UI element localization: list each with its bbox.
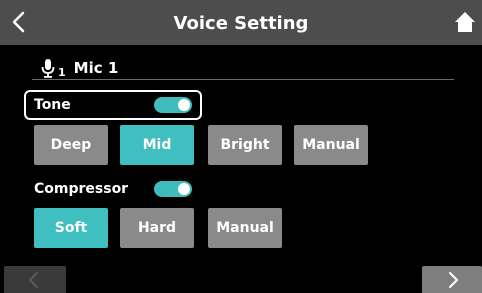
tone-deep-button[interactable]: Deep [34,125,108,165]
home-icon [455,12,475,32]
mic-indicator: 1 Mic 1 [40,56,118,80]
tone-toggle[interactable] [154,97,192,113]
mic-number: 1 [58,65,66,79]
compressor-hard-button[interactable]: Hard [120,208,194,248]
toggle-knob [178,99,190,111]
tone-manual-button[interactable]: Manual [294,125,368,165]
next-page-button[interactable] [422,266,482,293]
home-button[interactable] [452,9,478,35]
divider [32,79,454,80]
chevron-left-icon [29,272,38,288]
compressor-manual-button[interactable]: Manual [208,208,282,248]
microphone-icon [41,59,55,78]
header-bar: Voice Setting [0,0,482,45]
tone-row[interactable]: Tone [24,90,202,120]
previous-page-button[interactable] [4,266,66,293]
voice-setting-screen: Voice Setting 1 Mic 1 Tone Deep Mid Brig… [0,0,482,293]
tone-bright-button[interactable]: Bright [208,125,282,165]
chevron-right-icon [449,272,458,288]
toggle-knob [178,183,190,195]
compressor-label: Compressor [34,181,129,197]
mic-name: Mic 1 [73,59,119,77]
back-button[interactable] [6,7,36,37]
chevron-left-icon [12,11,25,33]
page-title: Voice Setting [173,13,309,34]
compressor-row[interactable]: Compressor [26,176,200,202]
compressor-toggle[interactable] [154,181,192,197]
tone-label: Tone [34,97,71,113]
compressor-soft-button[interactable]: Soft [34,208,108,248]
tone-mid-button[interactable]: Mid [120,125,194,165]
